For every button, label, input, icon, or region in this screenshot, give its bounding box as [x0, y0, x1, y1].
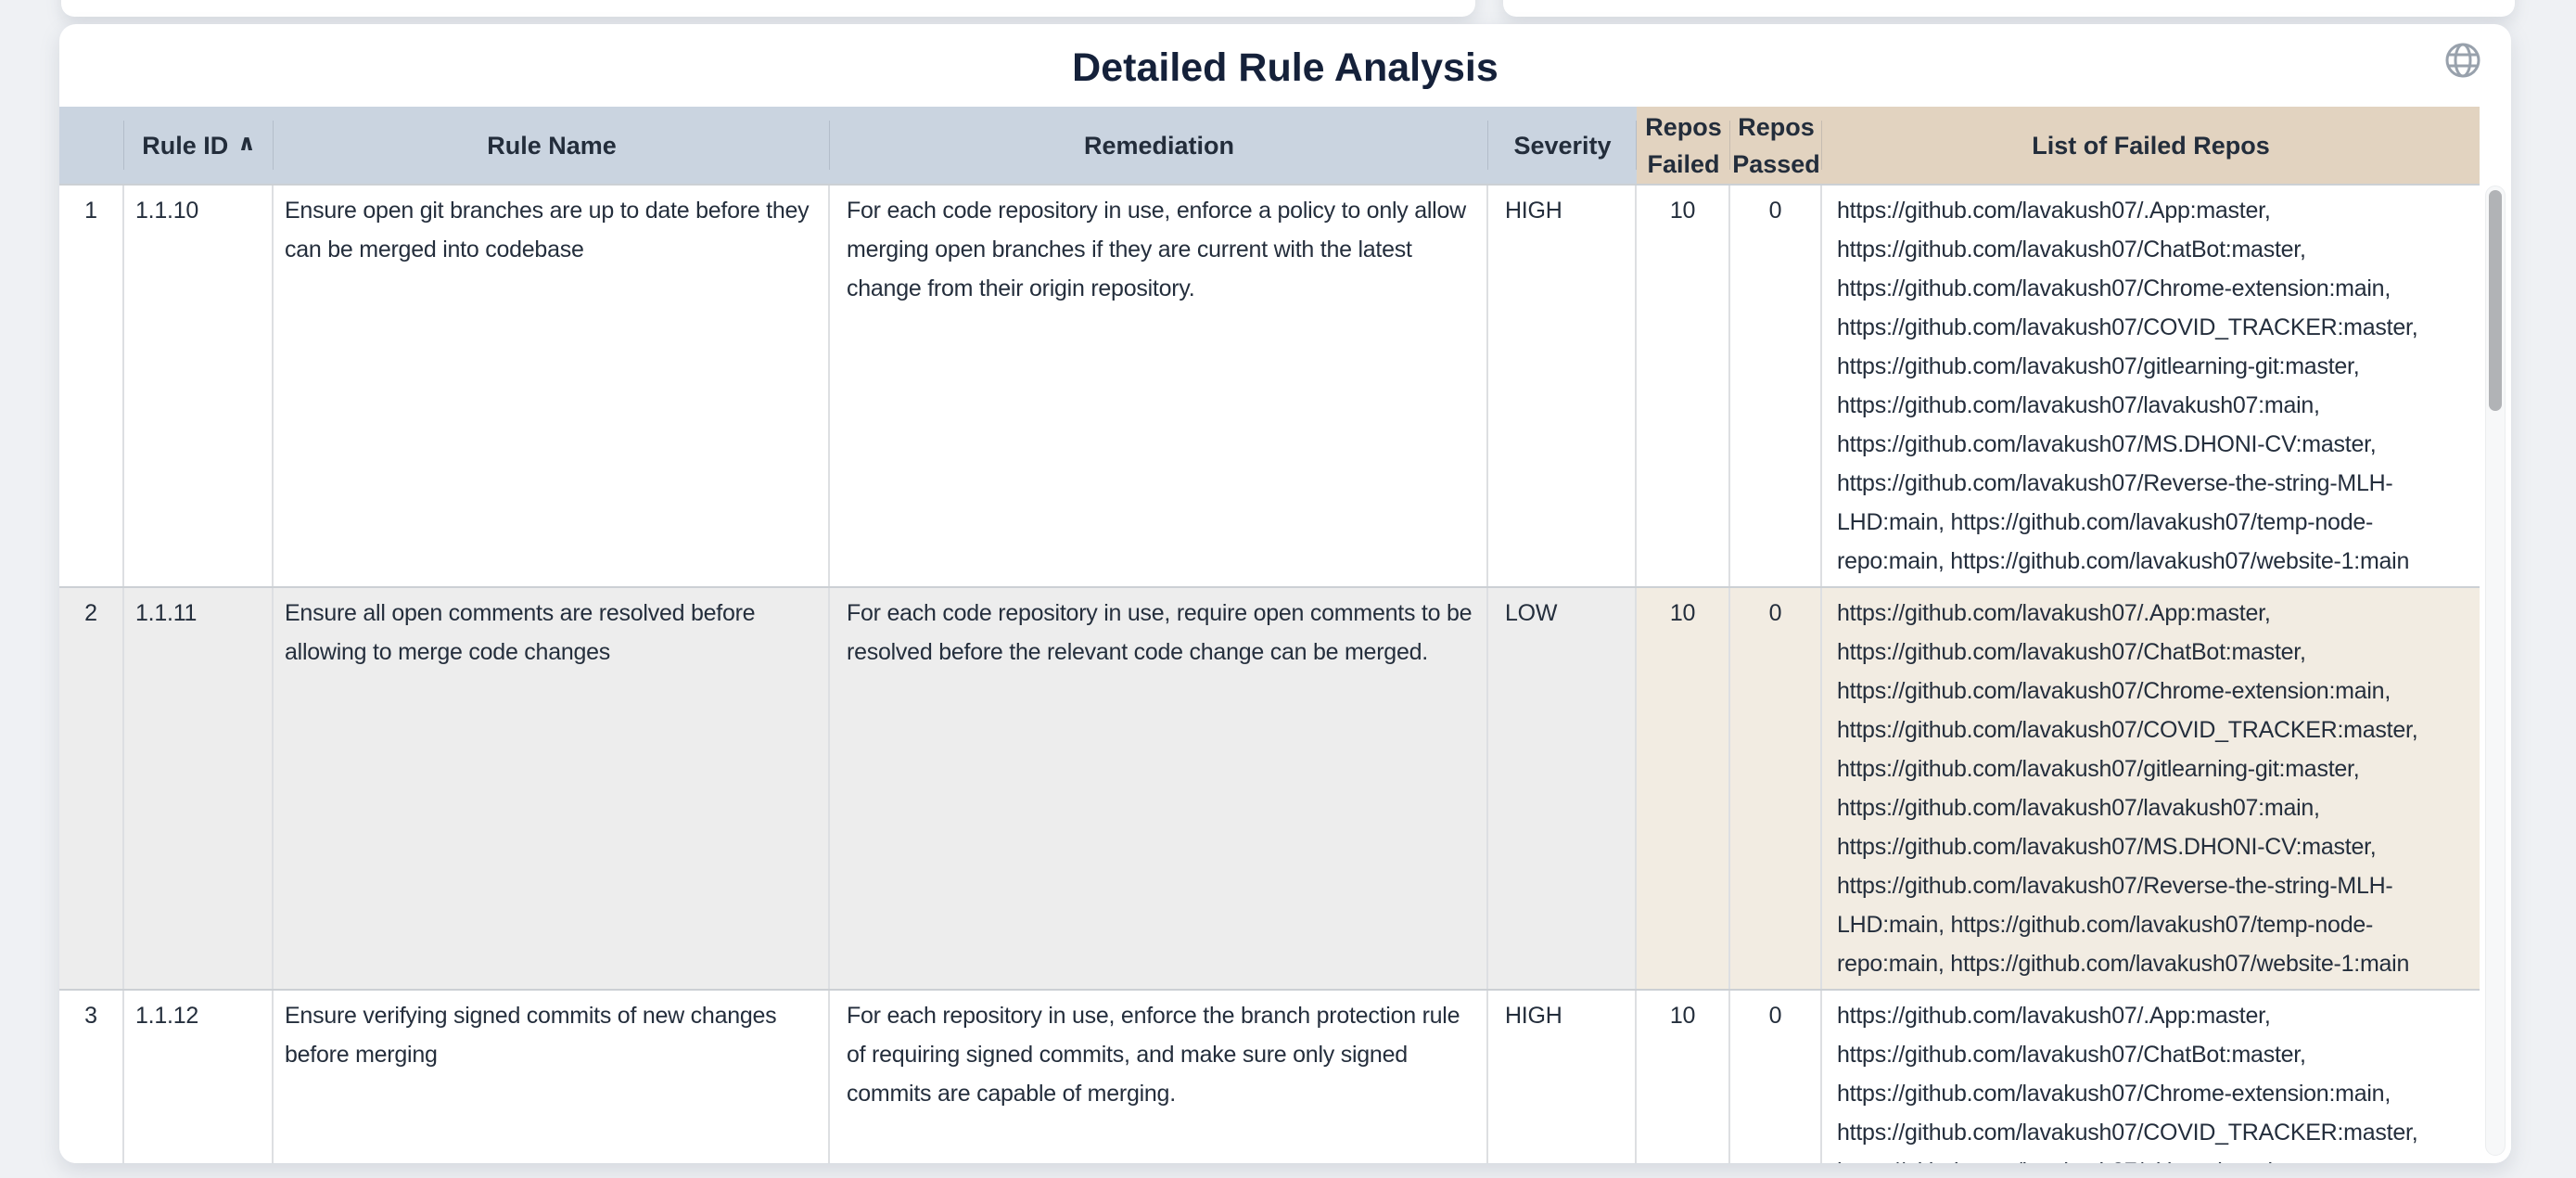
cell-severity: HIGH — [1488, 991, 1637, 1163]
table-row: 21.1.11Ensure all open comments are reso… — [59, 586, 2480, 989]
cell-severity: HIGH — [1488, 186, 1637, 586]
column-header-rule_name[interactable]: Rule Name — [274, 107, 830, 184]
scrollbar-track[interactable] — [2485, 186, 2506, 1156]
table-row: 31.1.12Ensure verifying signed commits o… — [59, 989, 2480, 1163]
cell-index: 3 — [59, 991, 124, 1163]
cell-index: 1 — [59, 186, 124, 586]
card-above-right — [1503, 0, 2515, 17]
table-header: Rule ID∧ Rule Name Remediation Severity Repo… — [59, 107, 2480, 184]
column-header-failed_repos[interactable]: List of Failed Repos — [1822, 107, 2480, 184]
cell-index: 2 — [59, 588, 124, 989]
cell-failed_repos: https://github.com/lavakush07/.App:maste… — [1822, 186, 2480, 586]
cell-failed_repos: https://github.com/lavakush07/.App:maste… — [1822, 991, 2480, 1163]
table-body: 11.1.10Ensure open git branches are up t… — [59, 184, 2480, 1163]
detailed-rule-analysis-card: Detailed Rule Analysis Rule ID∧ Rule Name… — [59, 24, 2511, 1163]
cell-remediation: For each code repository in use, enforce… — [830, 186, 1488, 586]
scrollbar-thumb[interactable] — [2489, 190, 2502, 411]
table-row: 11.1.10Ensure open git branches are up t… — [59, 184, 2480, 586]
column-header-label: List of Failed Repos — [2032, 127, 2270, 164]
column-header-repos_failed[interactable]: Repos Failed — [1637, 107, 1730, 184]
cell-repos_failed: 10 — [1637, 588, 1730, 989]
cell-rule_id: 1.1.11 — [124, 588, 274, 989]
column-header-label: Remediation — [1084, 127, 1234, 164]
column-header-rule_id[interactable]: Rule ID∧ — [124, 107, 274, 184]
card-above-left — [61, 0, 1475, 17]
column-header-index[interactable] — [59, 107, 124, 184]
cell-failed_repos: https://github.com/lavakush07/.App:maste… — [1822, 588, 2480, 989]
cell-rule_id: 1.1.10 — [124, 186, 274, 586]
column-header-label: Rule ID — [142, 127, 228, 164]
sort-ascending-icon: ∧ — [237, 125, 256, 162]
cell-rule_name: Ensure open git branches are up to date … — [274, 186, 830, 586]
cell-repos_failed: 10 — [1637, 186, 1730, 586]
column-header-repos_passed[interactable]: Repos Passed — [1730, 107, 1822, 184]
cell-rule_name: Ensure verifying signed commits of new c… — [274, 991, 830, 1163]
column-header-remediation[interactable]: Remediation — [830, 107, 1488, 184]
cell-repos_failed: 10 — [1637, 991, 1730, 1163]
cell-rule_id: 1.1.12 — [124, 991, 274, 1163]
column-header-label: Repos Failed — [1637, 109, 1730, 183]
cell-remediation: For each code repository in use, require… — [830, 588, 1488, 989]
column-header-label: Rule Name — [487, 127, 617, 164]
cell-rule_name: Ensure all open comments are resolved be… — [274, 588, 830, 989]
rule-analysis-table: Rule ID∧ Rule Name Remediation Severity Repo… — [59, 107, 2480, 1163]
column-header-label: Severity — [1513, 127, 1611, 164]
cell-repos_passed: 0 — [1730, 186, 1822, 586]
cell-repos_passed: 0 — [1730, 991, 1822, 1163]
column-header-label: Repos Passed — [1730, 109, 1822, 183]
globe-icon[interactable] — [2442, 40, 2483, 81]
card-header: Detailed Rule Analysis — [59, 24, 2511, 107]
cell-remediation: For each repository in use, enforce the … — [830, 991, 1488, 1163]
page-title: Detailed Rule Analysis — [1072, 40, 1498, 91]
vertical-scrollbar — [2480, 107, 2511, 1163]
cell-repos_passed: 0 — [1730, 588, 1822, 989]
column-header-severity[interactable]: Severity — [1488, 107, 1637, 184]
cell-severity: LOW — [1488, 588, 1637, 989]
page: Detailed Rule Analysis Rule ID∧ Rule Name… — [0, 0, 2576, 1178]
